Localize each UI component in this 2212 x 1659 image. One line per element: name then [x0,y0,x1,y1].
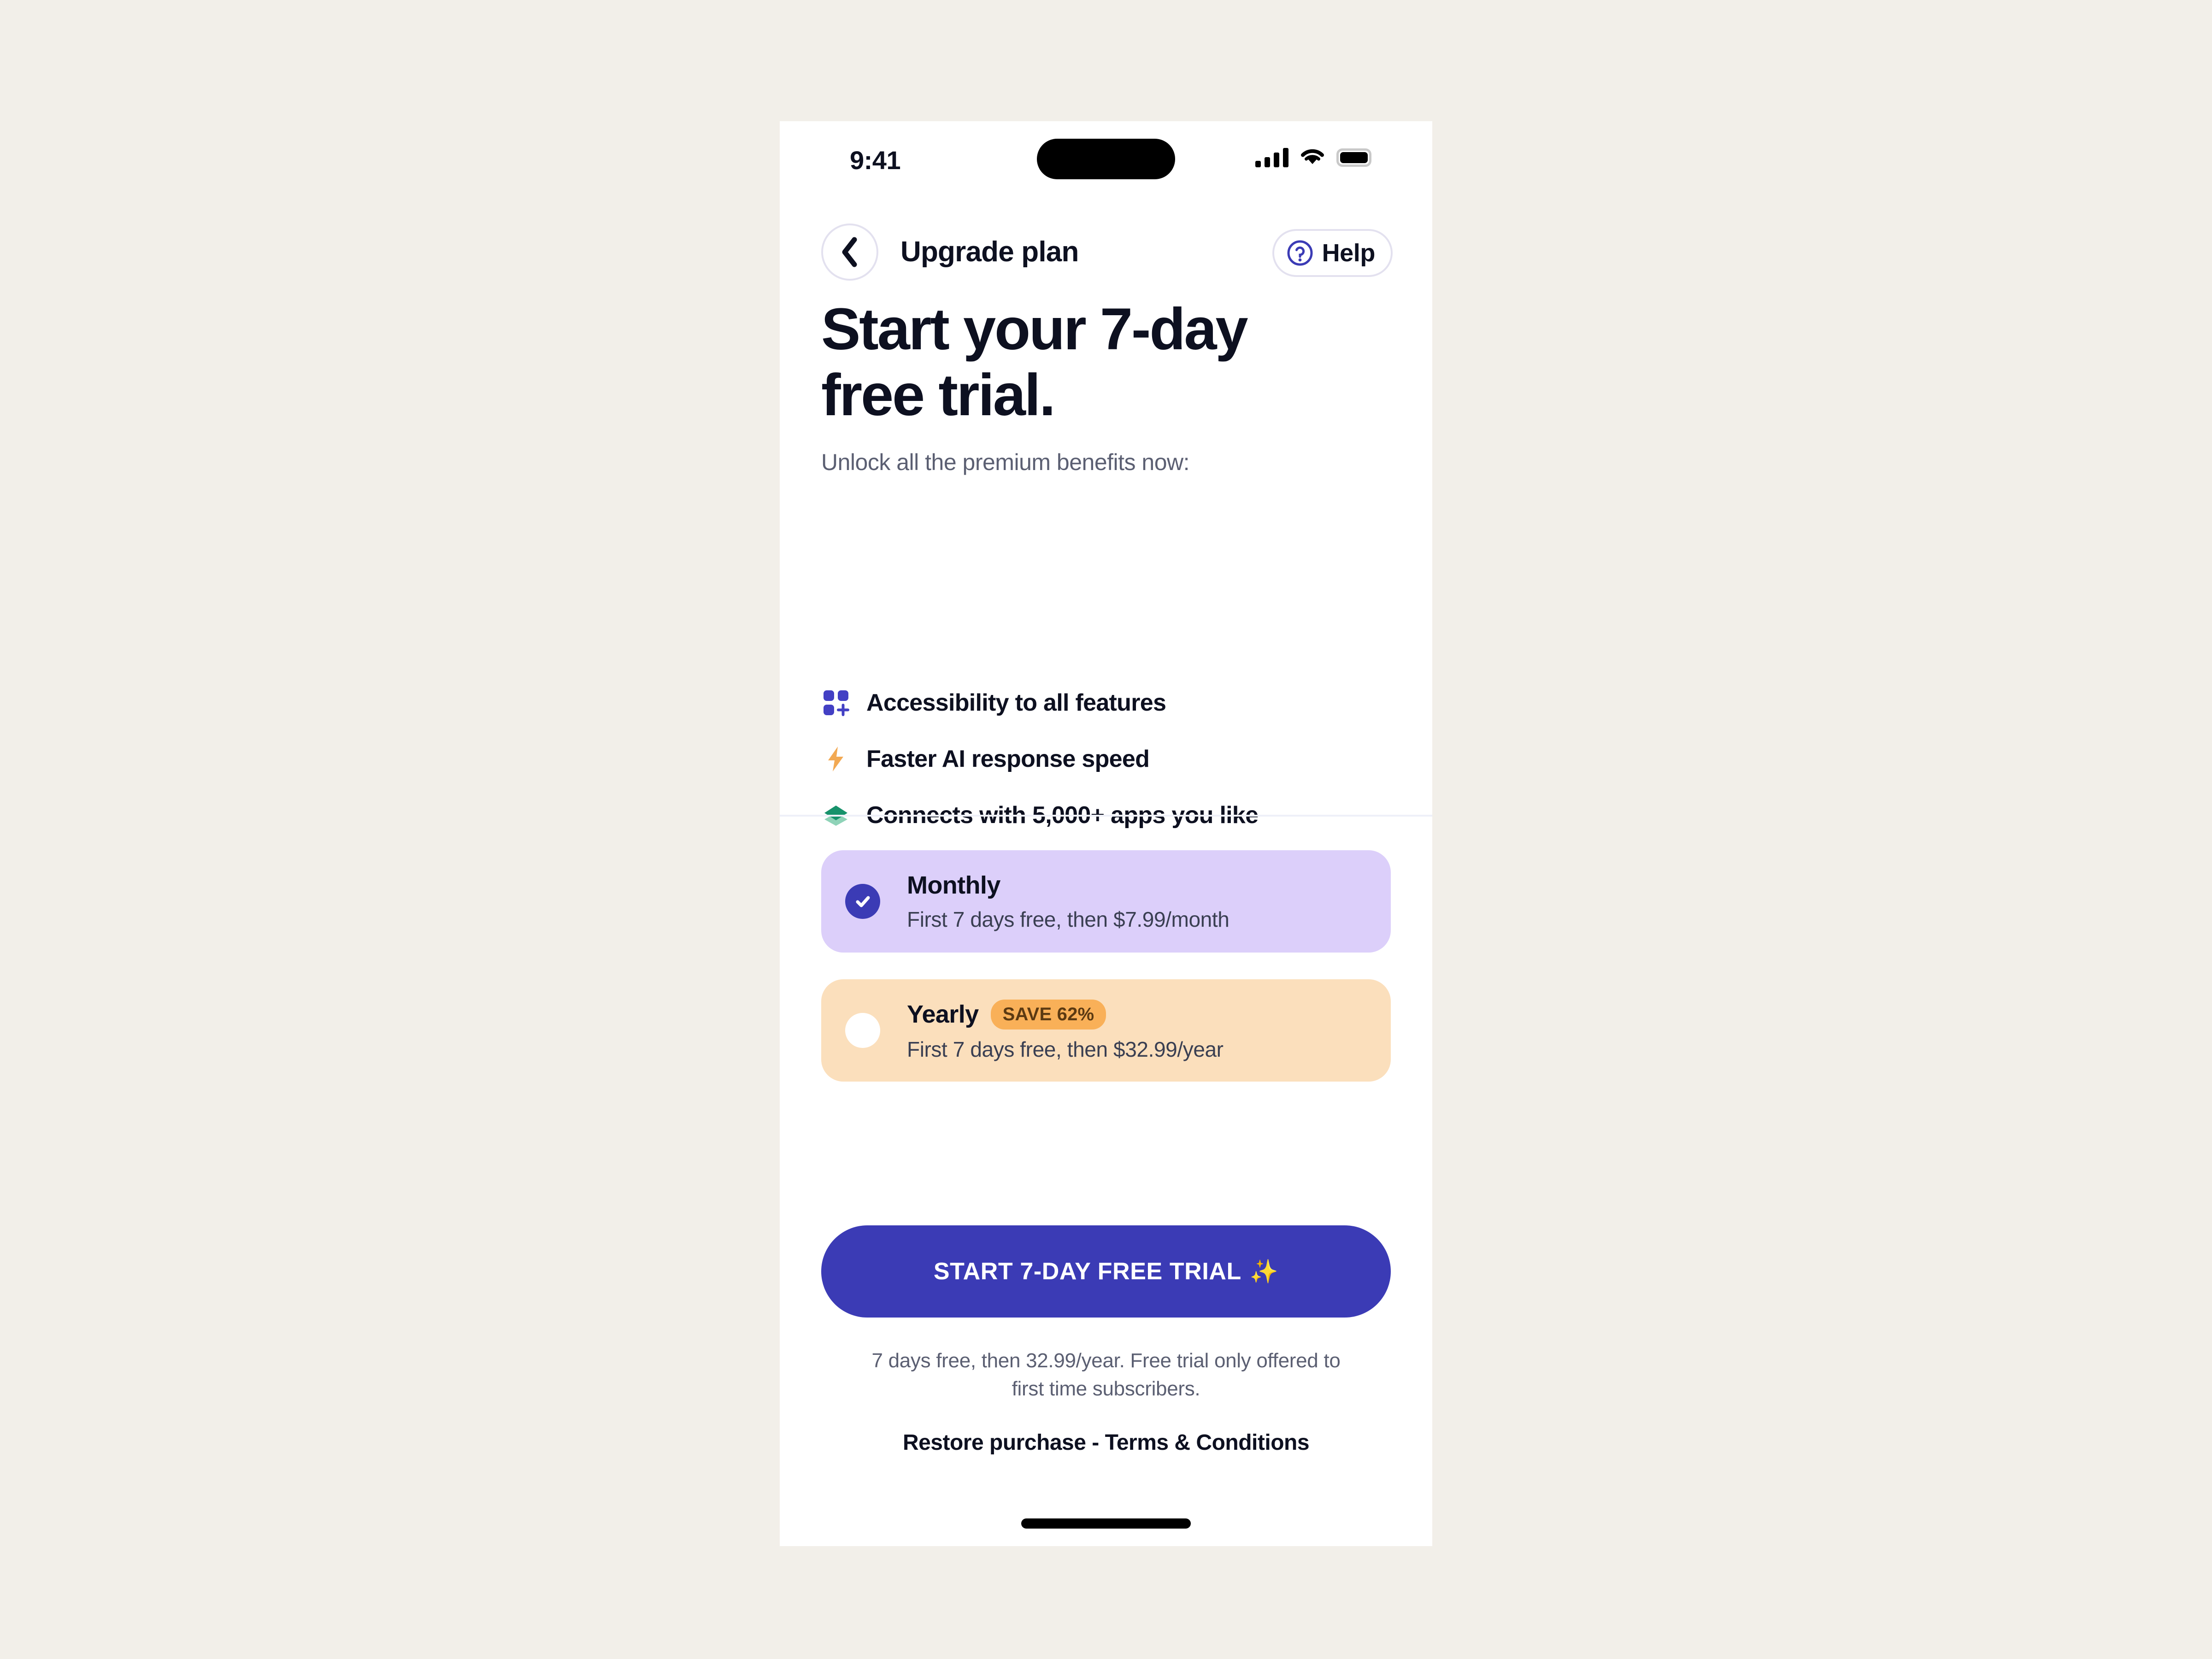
plan-option-monthly[interactable]: Monthly First 7 days free, then $7.99/mo… [821,850,1391,953]
fine-print: 7 days free, then 32.99/year. Free trial… [871,1349,1341,1400]
grid-plus-icon [821,688,851,718]
app-header: Upgrade plan Help [780,209,1432,296]
wifi-icon [1301,149,1324,164]
benefits-list: Accessibility to all features Faster AI … [780,688,1432,830]
plan-title: Yearly [907,1000,979,1028]
lightning-bolt-icon [821,744,851,774]
benefit-label: Faster AI response speed [866,746,1150,772]
phone-frame: 9:41 Upgrade plan Help Start your 7-day … [780,121,1432,1546]
save-badge: SAVE 62% [990,999,1106,1030]
start-free-trial-button[interactable]: START 7-DAY FREE TRIAL ✨ [821,1225,1391,1318]
plan-option-yearly[interactable]: Yearly SAVE 62% First 7 days free, then … [821,979,1391,1082]
hero-headline: Start your 7-day free trial. [821,296,1328,429]
question-circle-icon [1287,240,1313,266]
status-bar-time: 9:41 [850,146,901,175]
battery-full-icon [1336,148,1371,167]
home-indicator [1021,1518,1191,1529]
hero-section: Start your 7-day free trial. Unlock all … [780,296,1432,476]
plan-title-row: Yearly SAVE 62% [907,999,1224,1030]
benefit-item: Accessibility to all features [821,688,1432,718]
check-icon [856,896,870,907]
plan-body: Monthly First 7 days free, then $7.99/mo… [907,871,1230,932]
restore-and-terms-link[interactable]: Restore purchase - Terms & Conditions [780,1430,1432,1455]
section-divider [780,815,1432,817]
hero-headline-line2: free trial. [821,362,1056,429]
chevron-left-icon [842,237,857,267]
dynamic-island [1037,139,1175,179]
radio-unselected-yearly[interactable] [845,1013,880,1048]
back-button[interactable] [821,224,878,281]
plan-subtitle: First 7 days free, then $7.99/month [907,907,1230,931]
start-free-trial-label: START 7-DAY FREE TRIAL [933,1258,1241,1285]
radio-selected-monthly[interactable] [845,884,880,919]
hero-subhead: Unlock all the premium benefits now: [821,449,1190,475]
benefit-item: Faster AI response speed [821,744,1432,774]
plan-options: Monthly First 7 days free, then $7.99/mo… [780,850,1432,1108]
help-button[interactable]: Help [1272,229,1393,277]
page-title: Upgrade plan [900,236,1079,268]
plan-body: Yearly SAVE 62% First 7 days free, then … [907,999,1224,1062]
page-root: 9:41 Upgrade plan Help Start your 7-day … [0,0,2212,1659]
cellular-bars-icon [1255,148,1288,167]
plan-title-row: Monthly [907,871,1229,900]
plan-title: Monthly [907,871,1000,899]
plan-subtitle: First 7 days free, then $32.99/year [907,1037,1224,1061]
status-bar: 9:41 [780,121,1432,209]
status-bar-indicators [1255,148,1371,167]
benefit-label: Accessibility to all features [866,689,1166,716]
hero-headline-line1: Start your 7-day [821,296,1248,362]
sparkles-icon: ✨ [1249,1258,1279,1284]
help-button-label: Help [1322,239,1376,267]
